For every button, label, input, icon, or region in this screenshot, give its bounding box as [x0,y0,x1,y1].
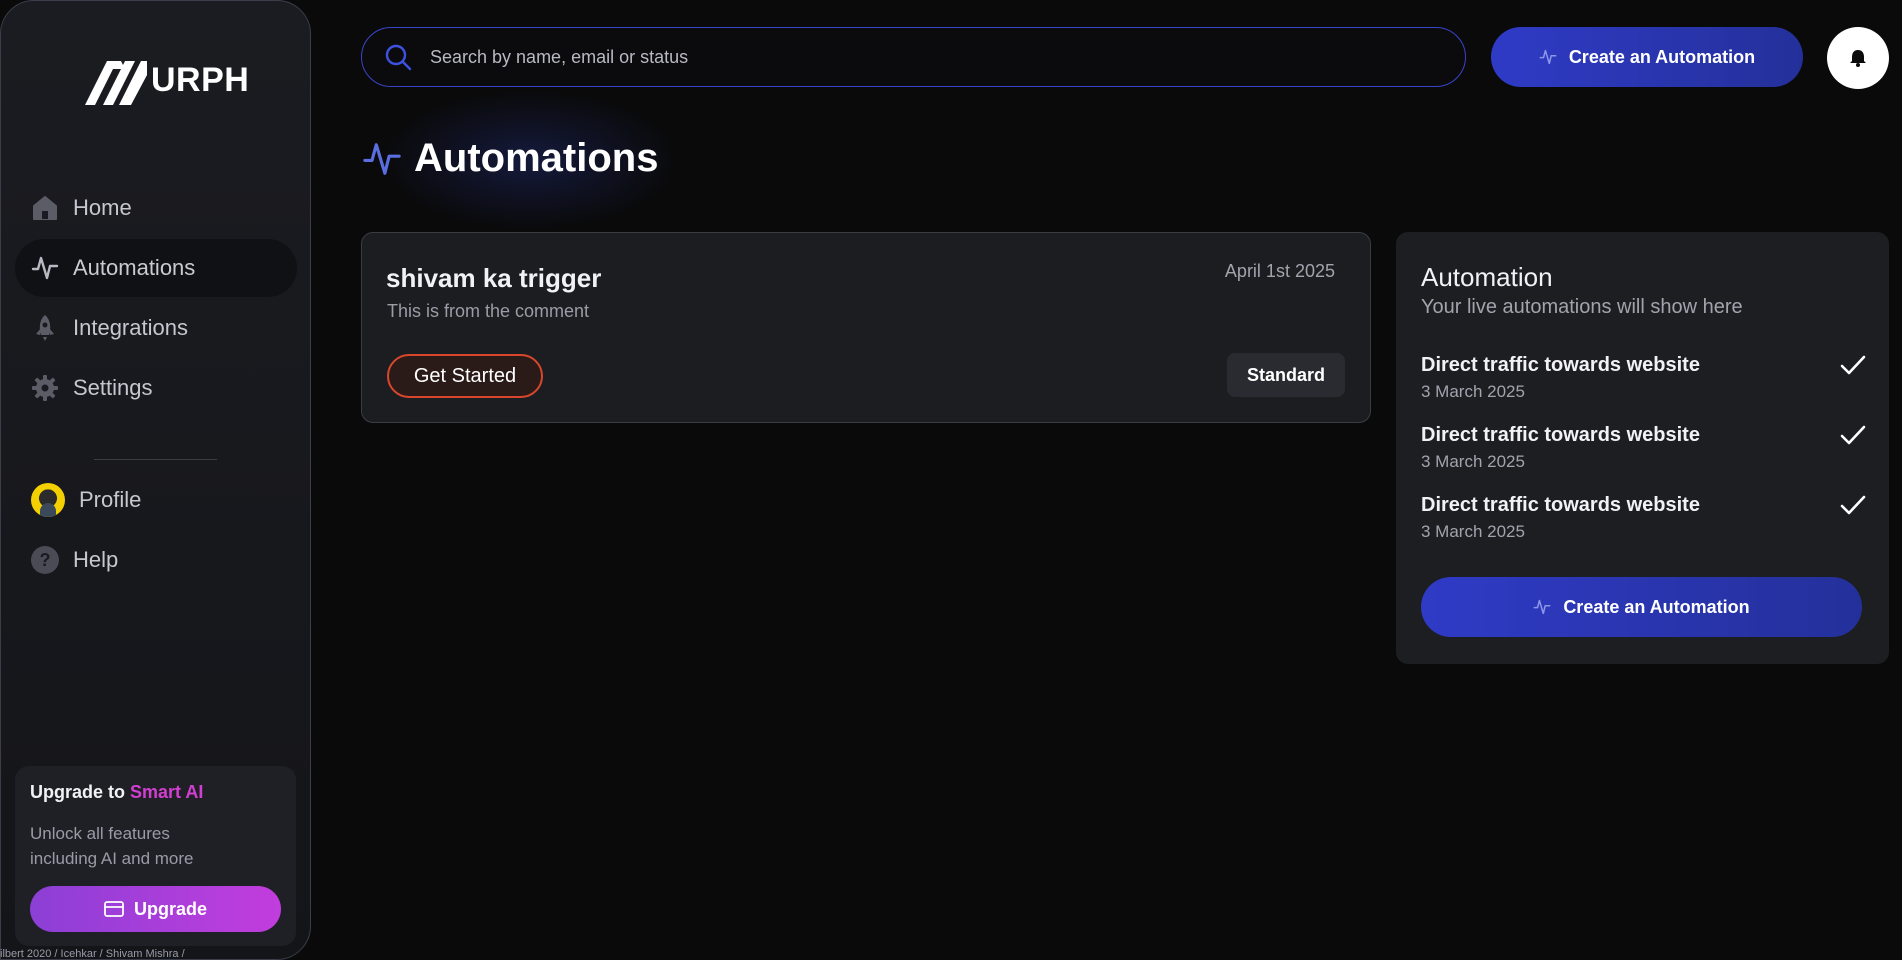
live-automations-panel: Automation Your live automations will sh… [1396,232,1889,664]
list-item-date: 3 March 2025 [1421,452,1525,471]
bell-icon [1850,50,1866,67]
nav-item-integrations[interactable]: Integrations [15,299,297,357]
pulse-icon [1539,49,1557,65]
search-icon [385,44,412,71]
panel-subtitle: Your live automations will show here [1421,296,1743,318]
logo-mark-icon [85,61,147,105]
upgrade-button[interactable]: Upgrade [30,886,281,932]
pulse-icon [31,254,59,282]
upgrade-title-accent: Smart AI [130,782,204,802]
home-icon [31,194,59,222]
upgrade-description: Unlock all features including AI and mor… [30,824,194,868]
upgrade-title: Upgrade to Smart AI [30,782,281,803]
create-automation-button[interactable]: Create an Automation [1491,27,1803,87]
list-item-date: 3 March 2025 [1421,522,1525,541]
notifications-button[interactable] [1827,27,1889,89]
upgrade-button-label: Upgrade [133,898,207,919]
nav-label-home: Home [73,195,132,220]
list-item-title: Direct traffic towards website [1421,354,1700,376]
footer-text: ilbert 2020 / Icehkar / Shivam Mishra / [0,948,185,960]
nav-item-help[interactable]: ? Help [15,531,297,589]
list-item-title: Direct traffic towards website [1421,494,1700,516]
automation-description: This is from the comment [387,301,590,321]
sidebar-divider [94,459,217,460]
pulse-icon [363,142,401,175]
plan-badge: Standard [1227,353,1345,397]
nav-item-home[interactable]: Home [15,179,297,237]
nav-item-automations[interactable]: Automations [15,239,297,297]
search-input[interactable] [430,46,1430,68]
check-icon [1840,355,1866,375]
upgrade-card: Upgrade to Smart AI Unlock all features … [15,766,296,946]
nav-item-profile[interactable]: Profile [15,471,297,529]
list-item-title: Direct traffic towards website [1421,424,1700,446]
panel-create-automation-label: Create an Automation [1563,596,1750,617]
logo-text: URPH [151,60,250,99]
upgrade-title-prefix: Upgrade to [30,782,131,802]
nav-label-integrations: Integrations [73,315,188,340]
nav-label-automations: Automations [73,255,196,280]
logo[interactable]: URPH [85,55,249,105]
help-icon: ? [31,546,59,574]
list-item[interactable]: Direct traffic towards website 3 March 2… [1421,354,1866,424]
panel-create-automation-button[interactable]: Create an Automation [1421,577,1862,637]
check-icon [1840,425,1866,445]
page-title: Automations [362,136,658,181]
list-item-date: 3 March 2025 [1421,382,1525,401]
check-icon [1840,495,1866,515]
gear-icon [31,374,59,402]
live-automations-list: Direct traffic towards website 3 March 2… [1421,354,1866,564]
credit-card-icon [104,901,124,917]
list-item[interactable]: Direct traffic towards website 3 March 2… [1421,494,1866,564]
create-automation-label: Create an Automation [1568,46,1756,67]
secondary-nav: Profile ? Help [15,471,297,591]
avatar [31,483,65,517]
search-bar[interactable] [361,27,1466,87]
panel-title: Automation [1421,262,1553,292]
page-heading: Automations [414,136,659,180]
sidebar: URPH Home Automations Integrations Setti… [0,0,311,960]
list-item[interactable]: Direct traffic towards website 3 March 2… [1421,424,1866,494]
automation-name: shivam ka trigger [386,263,602,293]
automation-date: April 1st 2025 [1224,261,1335,281]
nav-label-help: Help [73,547,119,572]
nav-item-settings[interactable]: Settings [15,359,297,417]
main-nav: Home Automations Integrations Settings [15,179,297,419]
get-started-button[interactable]: Get Started [387,354,543,398]
pulse-icon [1533,599,1551,615]
nav-label-settings: Settings [73,375,153,400]
automation-card[interactable]: shivam ka trigger This is from the comme… [361,232,1371,423]
rocket-icon [31,314,59,342]
nav-label-profile: Profile [79,487,142,512]
